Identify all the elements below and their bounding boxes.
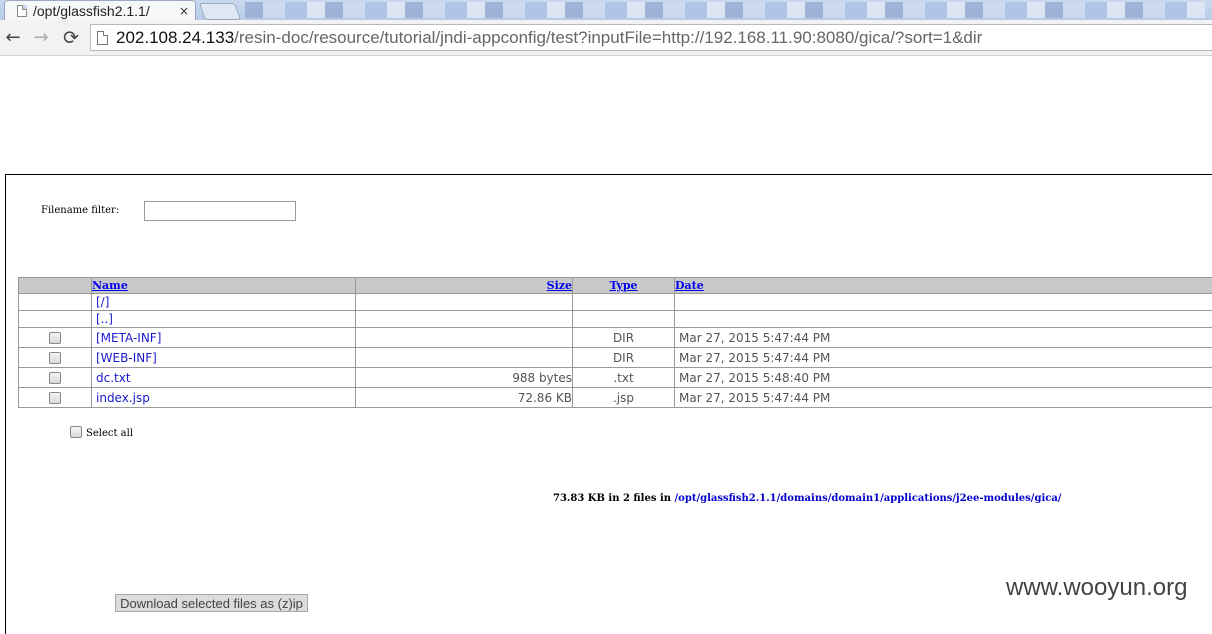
tab-title: /opt/glassfish2.1.1/: [33, 3, 173, 19]
back-button[interactable]: ←: [2, 26, 24, 50]
row-checkbox[interactable]: [49, 332, 61, 344]
table-row: [/]: [19, 294, 1212, 311]
background-taskbar: [245, 2, 1205, 18]
table-header-row: Name Size Type Date: [19, 278, 1212, 294]
select-all[interactable]: Select all: [70, 424, 133, 439]
page-icon: [17, 5, 27, 17]
size-column-header[interactable]: Size: [356, 278, 573, 294]
file-link[interactable]: [WEB-INF]: [92, 351, 157, 365]
root-dir-link[interactable]: [/]: [92, 295, 109, 309]
table-row: [..]: [19, 311, 1212, 328]
row-checkbox[interactable]: [49, 352, 61, 364]
download-zip-button[interactable]: Download selected files as (z)ip: [115, 594, 308, 612]
date-column-header[interactable]: Date: [675, 278, 1212, 294]
tab-strip: /opt/glassfish2.1.1/ ×: [0, 0, 1212, 20]
summary-text: 73.83 KB in 2 files in: [553, 493, 675, 504]
row-checkbox[interactable]: [49, 392, 61, 404]
file-date: Mar 27, 2015 5:48:40 PM: [675, 368, 1212, 388]
file-type: DIR: [573, 328, 675, 348]
file-type: .jsp: [573, 388, 675, 408]
close-tab-icon[interactable]: ×: [179, 4, 189, 18]
row-checkbox[interactable]: [49, 372, 61, 384]
watermark: www.wooyun.org: [1006, 574, 1187, 602]
checkbox-column-header: [19, 278, 92, 294]
new-tab-button[interactable]: [199, 3, 241, 20]
browser-toolbar: ← → ⟳ 202.108.24.133/resin-doc/resource/…: [0, 20, 1212, 56]
file-size: 988 bytes: [356, 368, 573, 388]
file-date: Mar 27, 2015 5:47:44 PM: [675, 328, 1212, 348]
file-size: [356, 328, 573, 348]
name-column-header[interactable]: Name: [92, 278, 356, 294]
file-type: .txt: [573, 368, 675, 388]
reload-button[interactable]: ⟳: [60, 26, 82, 50]
type-column-header[interactable]: Type: [573, 278, 675, 294]
address-url[interactable]: 202.108.24.133/resin-doc/resource/tutori…: [116, 28, 982, 48]
address-bar[interactable]: 202.108.24.133/resin-doc/resource/tutori…: [90, 24, 1212, 51]
page-icon: [97, 31, 108, 45]
file-link[interactable]: index.jsp: [92, 391, 150, 405]
select-all-label: Select all: [86, 428, 133, 439]
select-all-checkbox[interactable]: [70, 426, 82, 438]
url-path: /resin-doc/resource/tutorial/jndi-appcon…: [234, 28, 982, 47]
file-date: Mar 27, 2015 5:47:44 PM: [675, 348, 1212, 368]
file-size: [356, 348, 573, 368]
file-date: Mar 27, 2015 5:47:44 PM: [675, 388, 1212, 408]
browser-tab[interactable]: /opt/glassfish2.1.1/ ×: [4, 0, 196, 20]
table-row: index.jsp 72.86 KB .jsp Mar 27, 2015 5:4…: [19, 388, 1212, 408]
filename-filter-label: Filename filter:: [41, 205, 119, 216]
table-row: [META-INF] DIR Mar 27, 2015 5:47:44 PM: [19, 328, 1212, 348]
file-link[interactable]: [META-INF]: [92, 331, 161, 345]
table-row: dc.txt 988 bytes .txt Mar 27, 2015 5:48:…: [19, 368, 1212, 388]
file-type: DIR: [573, 348, 675, 368]
forward-button[interactable]: →: [30, 26, 52, 50]
parent-dir-link[interactable]: [..]: [92, 312, 113, 326]
file-link[interactable]: dc.txt: [92, 371, 131, 385]
directory-summary: 73.83 KB in 2 files in /opt/glassfish2.1…: [553, 493, 1061, 504]
table-row: [WEB-INF] DIR Mar 27, 2015 5:47:44 PM: [19, 348, 1212, 368]
file-table: Name Size Type Date [/] [..] [META-INF] …: [18, 277, 1212, 408]
directory-path-link[interactable]: /opt/glassfish2.1.1/domains/domain1/appl…: [675, 493, 1062, 504]
file-size: 72.86 KB: [356, 388, 573, 408]
filename-filter-input[interactable]: [144, 201, 296, 221]
url-host: 202.108.24.133: [116, 28, 234, 47]
